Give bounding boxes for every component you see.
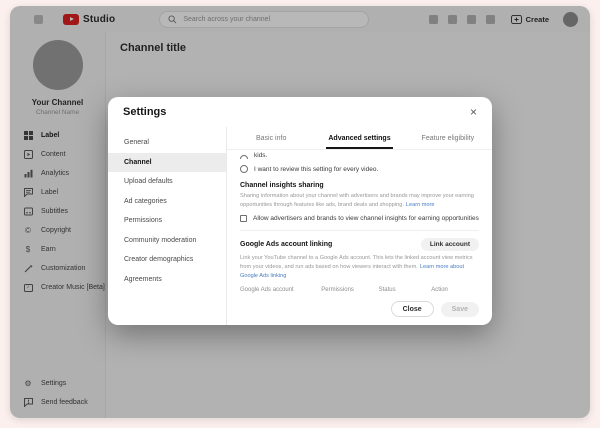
- tab-feature-eligibility[interactable]: Feature eligibility: [404, 127, 492, 149]
- settings-nav-channel[interactable]: Channel: [108, 153, 226, 173]
- settings-nav-creator-demographics[interactable]: Creator demographics: [108, 250, 226, 270]
- col-header-action: Action: [431, 287, 479, 293]
- link-account-button[interactable]: Link account: [421, 238, 479, 251]
- audience-option-clipped: kids.: [240, 150, 479, 159]
- learn-more-link[interactable]: Learn more: [406, 202, 435, 208]
- insights-section-title: Channel insights sharing: [240, 182, 479, 189]
- settings-content: Basic info Advanced settings Feature eli…: [226, 127, 492, 325]
- tab-basic-info[interactable]: Basic info: [227, 127, 315, 149]
- settings-nav-community-moderation[interactable]: Community moderation: [108, 231, 226, 251]
- youtube-studio-window: Studio Search across your channel Create: [10, 6, 590, 418]
- section-divider: [240, 230, 479, 231]
- settings-nav: General Channel Upload defaults Ad categ…: [108, 127, 226, 325]
- audience-option-review[interactable]: I want to review this setting for every …: [240, 165, 479, 173]
- audience-option-clipped-text: kids.: [254, 152, 267, 159]
- google-ads-table: Google Ads account Permissions Status Ac…: [240, 287, 479, 297]
- settings-nav-agreements[interactable]: Agreements: [108, 270, 226, 290]
- close-icon[interactable]: ×: [470, 106, 477, 118]
- radio-icon[interactable]: [240, 155, 248, 159]
- insights-checkbox-label: Allow advertisers and brands to view cha…: [253, 215, 479, 222]
- settings-dialog-footer: Close Save: [227, 297, 492, 325]
- col-header-status: Status: [379, 287, 432, 293]
- close-button[interactable]: Close: [391, 301, 434, 317]
- insights-description-text: Sharing information about your channel w…: [240, 193, 474, 208]
- settings-nav-ad-categories[interactable]: Ad categories: [108, 192, 226, 212]
- insights-checkbox-row[interactable]: Allow advertisers and brands to view cha…: [240, 215, 479, 222]
- settings-nav-upload-defaults[interactable]: Upload defaults: [108, 172, 226, 192]
- settings-scroll-area[interactable]: kids. I want to review this setting for …: [227, 150, 492, 297]
- channel-tabs: Basic info Advanced settings Feature eli…: [227, 127, 492, 150]
- google-ads-description: Link your YouTube channel to a Google Ad…: [240, 254, 479, 280]
- settings-dialog-title: Settings: [123, 106, 166, 118]
- tab-advanced-settings[interactable]: Advanced settings: [315, 127, 403, 149]
- settings-dialog-body: General Channel Upload defaults Ad categ…: [108, 127, 492, 325]
- google-ads-header: Google Ads account linking Link account: [240, 238, 479, 251]
- table-header-row: Google Ads account Permissions Status Ac…: [240, 287, 479, 297]
- checkbox-icon[interactable]: [240, 215, 247, 222]
- settings-dialog-header: Settings ×: [108, 97, 492, 127]
- settings-nav-general[interactable]: General: [108, 133, 226, 153]
- settings-nav-permissions[interactable]: Permissions: [108, 211, 226, 231]
- col-header-account: Google Ads account: [240, 287, 321, 293]
- google-ads-title: Google Ads account linking: [240, 241, 332, 248]
- col-header-permissions: Permissions: [321, 287, 378, 293]
- desktop-background: Studio Search across your channel Create: [0, 0, 600, 428]
- save-button[interactable]: Save: [441, 302, 479, 317]
- settings-dialog: Settings × General Channel Upload defaul…: [108, 97, 492, 325]
- audience-option-review-label: I want to review this setting for every …: [254, 166, 378, 173]
- radio-icon[interactable]: [240, 165, 248, 173]
- insights-description: Sharing information about your channel w…: [240, 192, 479, 209]
